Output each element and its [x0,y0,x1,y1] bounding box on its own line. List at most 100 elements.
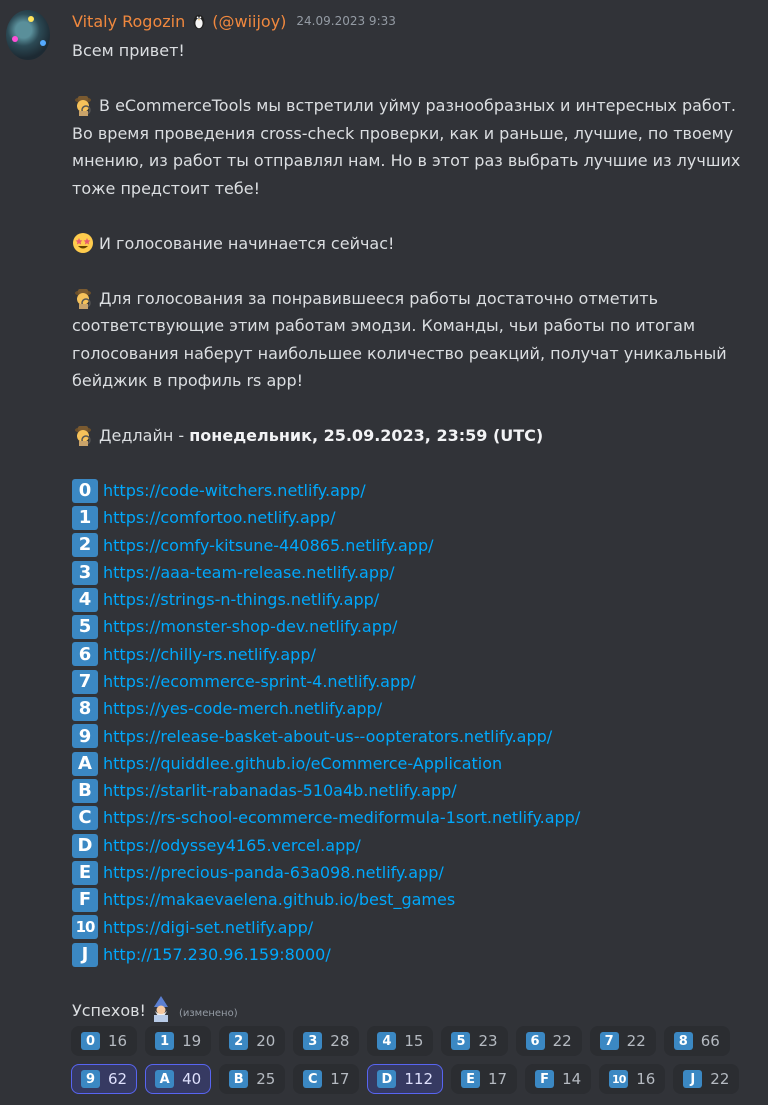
keycap-icon: C [303,1070,323,1088]
list-item: Dhttps://odyssey4165.vercel.app/ [72,832,768,859]
reaction-button[interactable]: 2 20 [219,1026,286,1056]
keycap-icon: 7 [599,1032,619,1050]
keycap-icon: J [683,1070,703,1088]
closing-text: Успехов! [72,1000,146,1020]
reaction-button[interactable]: 5 23 [441,1026,508,1056]
link[interactable]: https://quiddlee.github.io/eCommerce-App… [103,750,502,778]
reaction-button[interactable]: C 17 [293,1064,360,1094]
keycap-icon: 8 [673,1032,693,1050]
keycap-icon: D [377,1070,397,1088]
avatar-sparkle [12,36,18,42]
link[interactable]: https://digi-set.netlify.app/ [103,914,313,942]
keycap-icon: B [72,778,98,803]
para1-line: Во время проведения cross-check проверки… [72,123,734,143]
keycap-icon: 9 [81,1070,100,1088]
timestamp[interactable]: 24.09.2023 9:33 [296,14,395,28]
keycap-icon: 1 [155,1032,175,1050]
link[interactable]: https://comfortoo.netlify.app/ [103,504,335,532]
keycap-icon: 2 [229,1032,249,1050]
link[interactable]: https://makaevaelena.github.io/best_game… [103,886,455,914]
link[interactable]: https://code-witchers.netlify.app/ [103,477,366,505]
para1-line: В eCommerceTools мы встретили уйму разно… [72,92,768,120]
author-name[interactable]: Vitaly Rogozin [72,12,185,31]
reaction-count: 17 [330,1070,350,1088]
link[interactable]: https://yes-code-merch.netlify.app/ [103,695,382,723]
list-item: 4 https://strings-n-things.netlify.app/ [72,586,768,613]
reaction-count: 40 [182,1070,202,1088]
reactions-bar: 0 16 1 19 2 20 3 28 4 15 5 23 6 22 7 22 8 66 9 6 2 … [71,1026,761,1102]
edited-label: (изменено) [178,1007,238,1019]
link[interactable]: http://157.230.96.159:8000/ [103,941,331,969]
reaction-count: 19 [182,1032,202,1050]
link[interactable]: https://precious-panda-63a098.netlify.ap… [103,859,444,887]
reaction-button[interactable]: 9 62 [71,1064,138,1094]
reaction-count: 66 [700,1032,720,1050]
link[interactable]: https://odyssey4165.vercel.app/ [103,832,361,860]
reaction-count: 25 [256,1070,276,1088]
reaction-button[interactable]: E 17 [451,1064,518,1094]
reaction-count: 22 [626,1032,646,1050]
keycap-icon: E [72,860,98,885]
list-item: Jhttp://157.230.96.159:8000/ [72,941,768,968]
para2-line: И голосование начинается сейчас! [72,230,768,258]
link[interactable]: https://comfy-kitsune-440865.netlify.app… [103,532,434,560]
list-item: 6 https://chilly-rs.netlify.app/ [72,641,768,668]
link[interactable]: https://release-basket-about-us--ooptera… [103,723,552,751]
keycap-icon: 10 [609,1070,629,1088]
list-item: 3 https://aaa-team-release.netlify.app/ [72,559,768,586]
keycap-icon: 4 [72,587,98,612]
list-item: Fhttps://makaevaelena.github.io/best_gam… [72,886,768,913]
para1-line: мнению, из работ ты отправлял нам. Но в … [72,151,741,170]
list-item: 2 https://comfy-kitsune-440865.netlify.ap… [72,532,768,559]
para3-line: голосования наберут наибольшее количеств… [72,343,727,363]
reaction-count: 20 [256,1032,276,1050]
list-item: 5 https://monster-shop-dev.netlify.app/ [72,613,768,640]
link[interactable]: https://starlit-rabanadas-510a4b.netlify… [103,777,457,805]
reaction-button[interactable]: A 40 [145,1064,212,1094]
keycap-icon: 7 [72,669,98,694]
keycap-icon: 3 [72,560,98,585]
reaction-button[interactable]: B 25 [219,1064,286,1094]
keycap-icon: F [535,1070,555,1088]
reaction-count: 112 [404,1070,434,1088]
link[interactable]: https://chilly-rs.netlify.app/ [103,641,316,669]
message-header: Vitaly Rogozin (@wiijoy) 24.09.2023 9:33 [72,9,396,33]
keycap-icon: J [72,942,98,967]
keycap-icon: 9 [72,724,98,749]
keycap-icon: 5 [451,1032,471,1050]
link[interactable]: https://strings-n-things.netlify.app/ [103,586,379,614]
reaction-button[interactable]: 10 16 [599,1064,666,1094]
reaction-count: 17 [488,1070,508,1088]
reaction-count: 22 [710,1070,730,1088]
reaction-button[interactable]: F 14 [525,1064,592,1094]
list-item: Ahttps://quiddlee.github.io/eCommerce-Ap… [72,750,768,777]
reaction-button[interactable]: D 112 [367,1064,444,1094]
reaction-button[interactable]: 1 19 [145,1026,212,1056]
reaction-count: 23 [478,1032,498,1050]
reaction-button[interactable]: 7 22 [589,1026,656,1056]
keycap-icon: F [72,888,98,913]
reaction-button[interactable]: 8 66 [663,1026,730,1056]
reaction-row: 9 62 A 40 B 25 C 17 D 112 E 17 F 14 10 16 J 22 [71,1064,761,1094]
keycap-icon: 0 [72,478,98,503]
avatar[interactable] [6,10,50,60]
reaction-button[interactable]: J 22 [673,1064,740,1094]
reaction-count: 16 [636,1070,656,1088]
reaction-count: 28 [330,1032,350,1050]
author-handle[interactable]: (@wiijoy) [212,12,286,31]
keycap-icon: E [461,1070,481,1088]
reaction-button[interactable]: 4 15 [367,1026,434,1056]
reaction-button[interactable]: 6 22 [515,1026,582,1056]
link[interactable]: https://ecommerce-sprint-4.netlify.app/ [103,668,416,696]
link[interactable]: https://aaa-team-release.netlify.app/ [103,559,395,587]
link[interactable]: https://monster-shop-dev.netlify.app/ [103,613,397,641]
star-struck-emoji-icon [73,232,93,253]
para3-line: бейджик в профиль rs app! [72,371,304,390]
keycap-icon: 6 [72,642,98,667]
reaction-button[interactable]: 3 28 [293,1026,360,1056]
reaction-count: 16 [108,1032,128,1050]
list-item: Bhttps://starlit-rabanadas-510a4b.netlif… [72,777,768,804]
reaction-button[interactable]: 0 16 [71,1026,138,1056]
reaction-row: 0 16 1 19 2 20 3 28 4 15 5 23 6 22 7 22 8 66 [71,1026,761,1056]
link[interactable]: https://rs-school-ecommerce-mediformula-… [103,804,580,832]
